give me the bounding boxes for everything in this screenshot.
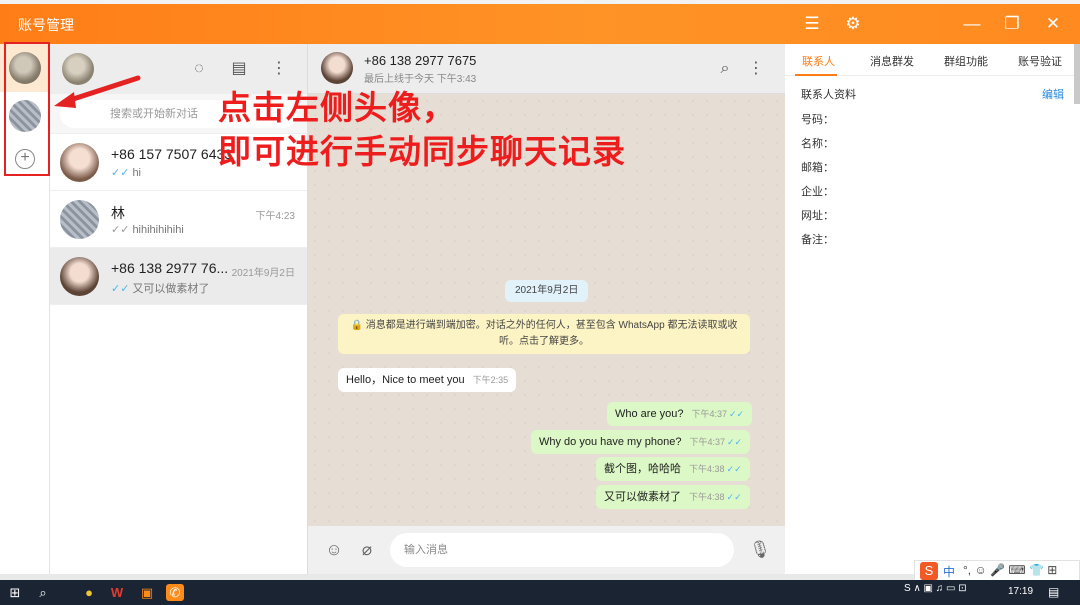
minimize-icon[interactable]: — xyxy=(958,12,986,36)
composer-bar: ☺ ⌀ 输入消息 🎙 xyxy=(308,526,785,574)
message-text: Why do you have my phone? xyxy=(539,436,682,448)
message-bubble[interactable]: 又可以做素材了 下午4:38 ✓✓ xyxy=(596,485,750,509)
contact-status: 最后上线于今天 下午3:43 xyxy=(364,74,477,85)
sogou-logo-icon[interactable]: S xyxy=(920,562,938,580)
message-time: 下午4:37 xyxy=(689,437,726,447)
tray-icons[interactable]: S ∧ ▣ ♫ ▭ ⊡ xyxy=(904,583,967,594)
contact-name: +86 138 2977 7675 xyxy=(364,53,477,68)
chat-name: 林 xyxy=(111,205,125,221)
tab-account-verify[interactable]: 账号验证 xyxy=(1018,53,1062,69)
chat-time: 下午4:23 xyxy=(255,211,295,222)
read-ticks-icon: ✓✓ xyxy=(727,437,743,447)
encryption-notice[interactable]: 🔒 消息都是进行端到端加密。对话之外的任何人，甚至包含 WhatsApp 都无法… xyxy=(338,314,750,354)
tab-broadcast[interactable]: 消息群发 xyxy=(870,53,914,69)
ime-toolbar: S 中 °, ☺ 🎤 ⌨ 👕 ⊞ xyxy=(914,560,1080,582)
field-name: 名称： xyxy=(801,138,834,150)
contact-details: 联系人资料 编辑 号码： 名称： 邮箱： 企业： 网址： 备注： xyxy=(785,76,1080,265)
account-manager-taskbar-icon[interactable]: ✆ xyxy=(166,584,184,601)
ime-tools-icons[interactable]: °, ☺ 🎤 ⌨ 👕 ⊞ xyxy=(963,563,1057,577)
section-title: 联系人资料 xyxy=(801,89,856,101)
tab-contacts[interactable]: 联系人 xyxy=(802,53,835,69)
avatar xyxy=(60,257,99,296)
chat-name: +86 138 2977 76... xyxy=(111,260,229,276)
new-chat-icon[interactable]: ▤ xyxy=(228,58,250,80)
message-bubble[interactable]: 截个图，哈哈哈 下午4:38 ✓✓ xyxy=(596,457,750,481)
date-divider: 2021年9月2日 xyxy=(505,280,589,302)
read-ticks-icon: ✓✓ xyxy=(111,283,130,295)
windows-start-icon[interactable]: ⊞ xyxy=(6,584,24,601)
os-taskbar: ⊞ ⌕ ● W ▣ ✆ S ∧ ▣ ♫ ▭ ⊡ 17:19 ▤ xyxy=(0,580,1080,605)
message-time: 下午4:38 xyxy=(689,464,725,474)
message-text: 又可以做素材了 xyxy=(604,491,681,503)
chrome-icon[interactable]: ● xyxy=(80,584,98,601)
highlight-box xyxy=(4,42,50,176)
message-input[interactable]: 输入消息 xyxy=(390,533,734,567)
message-bubble[interactable]: Why do you have my phone? 下午4:37 ✓✓ xyxy=(531,430,751,454)
read-ticks-icon: ✓✓ xyxy=(111,224,130,236)
search-icon[interactable]: ⌕ xyxy=(714,58,736,80)
message-bubble[interactable]: Hello，Nice to meet you 下午2:35 xyxy=(338,368,517,392)
notification-icon[interactable]: ▤ xyxy=(1048,585,1059,599)
title-bar: 账号管理 ☰ ⚙ — ❐ ✕ xyxy=(0,4,1080,44)
encryption-text-1: 🔒 消息都是进行端到端加密。对话之外的任何人，甚至包含 WhatsApp 都无法… xyxy=(350,320,738,331)
annotation-text: 点击左侧头像， 即可进行手动同步聊天记录 xyxy=(218,86,626,174)
app-icon[interactable]: ▣ xyxy=(138,584,156,601)
status-icon[interactable]: ◌ xyxy=(188,58,210,80)
contact-avatar[interactable] xyxy=(321,52,353,84)
message-time: 下午4:37 xyxy=(691,409,728,419)
info-tabs: 联系人 消息群发 群组功能 账号验证 xyxy=(785,44,1080,76)
chat-list-item[interactable]: 林 下午4:23 ✓✓ hihihihihihi xyxy=(50,191,307,248)
field-email: 邮箱： xyxy=(801,162,834,174)
field-website: 网址： xyxy=(801,210,834,222)
chat-time: 2021年9月2日 xyxy=(231,268,295,279)
edit-link[interactable]: 编辑 xyxy=(1042,86,1064,102)
message-time: 下午4:38 xyxy=(689,492,725,502)
menu-icon[interactable]: ☰ xyxy=(798,12,826,36)
read-ticks-icon: ✓✓ xyxy=(726,464,742,474)
scrollbar[interactable] xyxy=(1074,44,1080,104)
read-ticks-icon: ✓✓ xyxy=(726,492,742,502)
message-bubble[interactable]: Who are you? 下午4:37 ✓✓ xyxy=(607,402,753,426)
field-notes: 备注： xyxy=(801,234,834,246)
chat-preview-text: 又可以做素材了 xyxy=(132,283,210,295)
message-text: Who are you? xyxy=(615,408,684,420)
ime-mode[interactable]: 中 xyxy=(943,563,955,580)
message-text: 截个图，哈哈哈 xyxy=(604,463,681,475)
search-icon[interactable]: ⌕ xyxy=(34,584,52,601)
read-ticks-icon: ✓✓ xyxy=(729,409,745,419)
microphone-icon[interactable]: 🎙 xyxy=(749,539,771,561)
annotation-line-2: 即可进行手动同步聊天记录 xyxy=(218,132,626,171)
attach-icon[interactable]: ⌀ xyxy=(356,539,378,561)
message-time: 下午2:35 xyxy=(472,375,509,385)
gear-icon[interactable]: ⚙ xyxy=(839,12,867,36)
chat-preview: ✓✓ hihihihihihi xyxy=(111,223,184,236)
info-panel: 联系人 消息群发 群组功能 账号验证 联系人资料 编辑 号码： 名称： 邮箱： … xyxy=(785,44,1080,574)
chat-preview-text: hihihihihihi xyxy=(132,224,184,236)
window-title: 账号管理 xyxy=(18,17,74,33)
emoji-icon[interactable]: ☺ xyxy=(323,539,345,561)
message-text: Hello，Nice to meet you xyxy=(346,374,465,386)
avatar xyxy=(60,200,99,239)
chat-name: +86 157 7507 6433 xyxy=(111,146,233,162)
field-company: 企业： xyxy=(801,186,834,198)
read-ticks-icon: ✓✓ xyxy=(111,167,130,179)
chat-preview: ✓✓ 又可以做素材了 xyxy=(111,280,209,296)
annotation-arrow xyxy=(54,75,141,108)
encryption-text-2: 听。点击了解更多。 xyxy=(499,336,589,347)
close-icon[interactable]: ✕ xyxy=(1039,12,1067,36)
chat-preview: ✓✓ hi xyxy=(111,166,141,179)
avatar xyxy=(60,143,99,182)
field-phone: 号码： xyxy=(801,114,834,126)
more-options-icon[interactable]: ⋮ xyxy=(268,58,290,80)
chat-list-item-selected[interactable]: +86 138 2977 76... 2021年9月2日 ✓✓ 又可以做素材了 xyxy=(50,248,307,305)
clock: 17:19 xyxy=(1008,586,1034,597)
tab-groups[interactable]: 群组功能 xyxy=(944,53,988,69)
wps-icon[interactable]: W xyxy=(108,584,126,601)
chat-preview-text: hi xyxy=(132,167,141,179)
restore-icon[interactable]: ❐ xyxy=(998,12,1026,36)
more-options-icon[interactable]: ⋮ xyxy=(745,58,767,80)
annotation-line-1: 点击左侧头像， xyxy=(218,88,456,127)
